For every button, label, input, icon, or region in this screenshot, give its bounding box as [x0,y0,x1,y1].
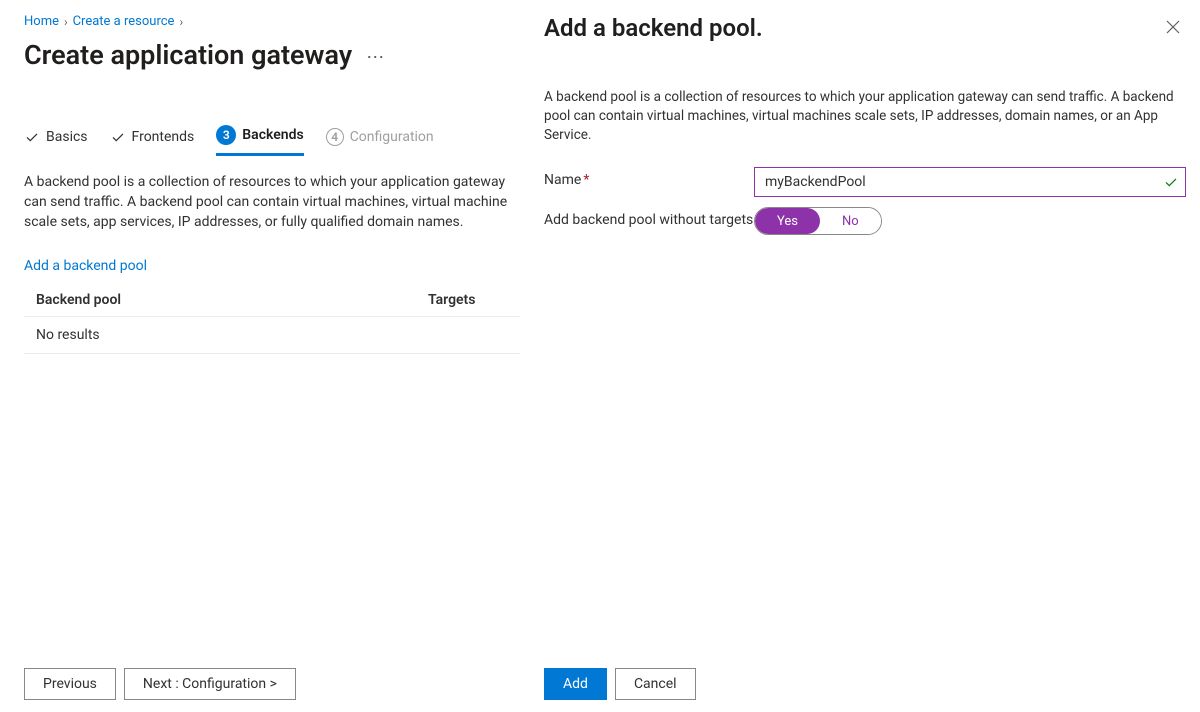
panel-footer: Add Cancel [544,668,696,700]
form-row-without-targets: Add backend pool without targets Yes No [544,207,1186,235]
panel-header: Add a backend pool. [544,14,1186,42]
step-configuration[interactable]: 4 Configuration [326,125,434,156]
table-empty-row: No results [24,317,520,353]
tab-description: A backend pool is a collection of resour… [24,172,520,232]
breadcrumb: Home › Create a resource › [24,14,520,29]
step-number-icon: 4 [326,128,344,146]
name-input-wrap [754,167,1186,197]
column-header-targets: Targets [428,292,508,308]
backend-pool-table: Backend pool Targets No results [24,284,520,354]
step-backends[interactable]: 3 Backends [216,125,303,156]
add-backend-pool-panel: Add a backend pool. A backend pool is a … [520,0,1200,712]
check-icon [110,129,126,145]
wizard-steps: Basics Frontends 3 Backends 4 Configurat… [24,125,520,156]
panel-form: Name* Add backend pool without targets Y… [544,167,1186,235]
valid-check-icon [1164,175,1178,189]
form-row-name: Name* [544,167,1186,197]
check-icon [24,129,40,145]
chevron-right-icon: › [64,15,68,29]
previous-button[interactable]: Previous [24,668,116,700]
step-label: Configuration [350,129,434,145]
toggle-no[interactable]: No [820,208,881,234]
more-icon[interactable]: ⋯ [366,43,385,68]
without-targets-toggle[interactable]: Yes No [754,207,882,235]
name-input[interactable] [754,167,1186,197]
cancel-button[interactable]: Cancel [615,668,696,700]
step-number-icon: 3 [216,125,236,145]
step-basics[interactable]: Basics [24,125,88,156]
name-label-text: Name [544,172,581,188]
step-label: Basics [46,129,88,145]
chevron-right-icon: › [179,15,183,29]
close-icon[interactable] [1160,14,1186,40]
add-button[interactable]: Add [544,668,607,700]
table-body: No results [24,316,520,354]
without-targets-label: Add backend pool without targets [544,207,754,228]
wizard-footer: Previous Next : Configuration > [24,668,296,700]
step-label: Backends [242,127,303,143]
breadcrumb-home[interactable]: Home [24,14,59,29]
name-label: Name* [544,167,754,188]
main-content: Home › Create a resource › Create applic… [0,0,520,712]
panel-description: A backend pool is a collection of resour… [544,88,1186,145]
required-icon: * [583,172,589,188]
next-button[interactable]: Next : Configuration > [124,668,296,700]
toggle-yes[interactable]: Yes [755,208,820,234]
panel-title: Add a backend pool. [544,14,763,42]
step-frontends[interactable]: Frontends [110,125,195,156]
without-targets-control: Yes No [754,207,1186,235]
table-header: Backend pool Targets [24,284,520,316]
column-header-name: Backend pool [36,292,428,308]
page-title: Create application gateway [24,39,352,71]
page-title-row: Create application gateway ⋯ [24,39,520,71]
add-backend-pool-link[interactable]: Add a backend pool [24,258,147,274]
step-label: Frontends [132,129,195,145]
breadcrumb-create-resource[interactable]: Create a resource [73,14,175,29]
